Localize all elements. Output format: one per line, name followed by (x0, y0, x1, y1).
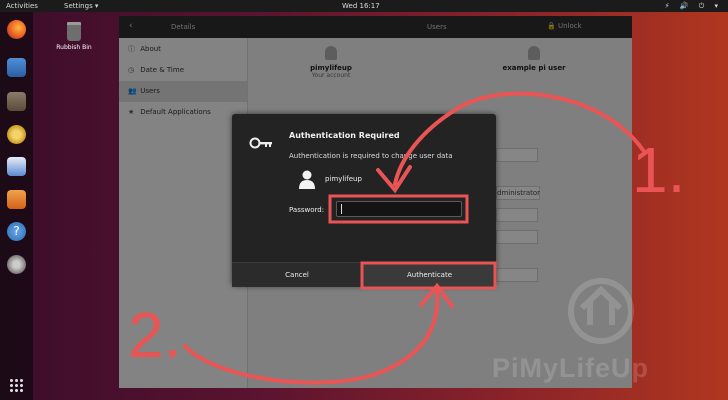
authenticate-highlight-box (360, 261, 497, 290)
arrow-1-curve (393, 91, 645, 186)
watermark-text: PiMyLifeUp (492, 353, 650, 383)
step-1-label: 1. (632, 134, 686, 206)
watermark-logo (568, 278, 634, 344)
arrow-2-curve (183, 290, 440, 385)
annotation-overlay (183, 91, 645, 385)
step-2-label: 2. (128, 299, 182, 371)
password-highlight-box (328, 194, 469, 224)
arrow-1-head (376, 165, 412, 194)
